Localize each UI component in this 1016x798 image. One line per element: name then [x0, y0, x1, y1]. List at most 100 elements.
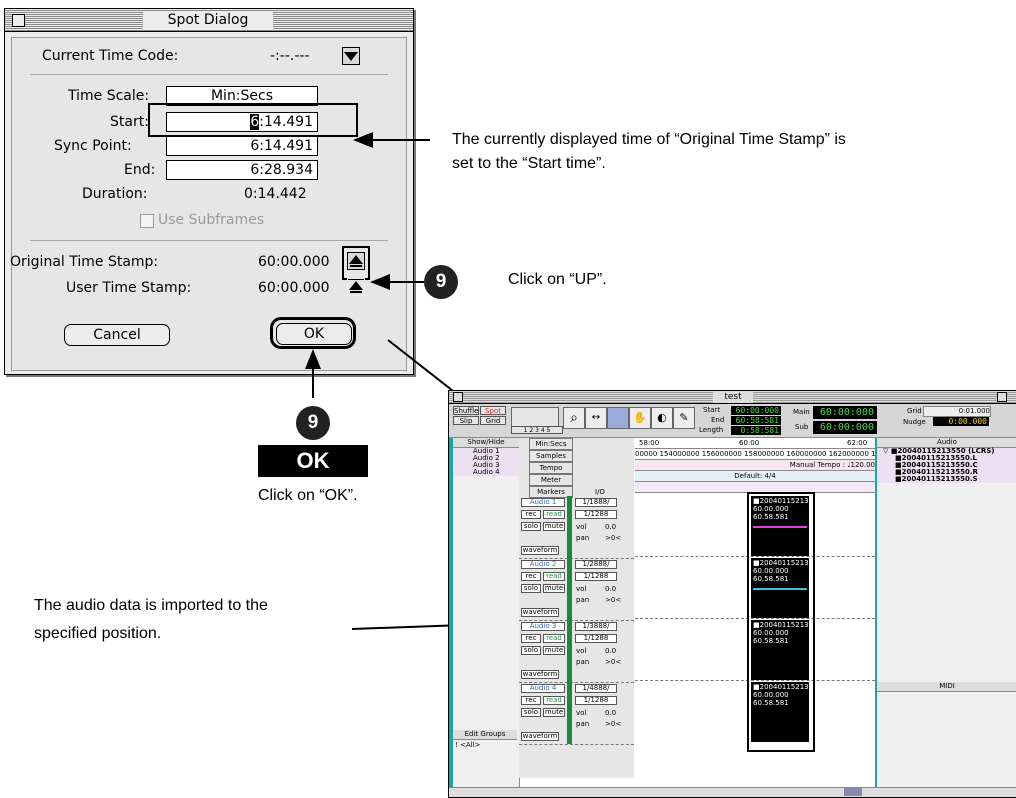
solo-button[interactable]: solo	[521, 522, 541, 531]
nudge-value[interactable]: 0:00.000	[933, 417, 989, 426]
edit-groups-header[interactable]: Edit Groups	[453, 730, 517, 740]
track-meter	[567, 558, 572, 620]
start-counter-label: Start	[703, 406, 721, 414]
edit-area[interactable]: 58:00 60:00 62:00 00000 154000000 156000…	[635, 438, 875, 790]
ruler-tick: 60:00	[739, 439, 760, 447]
step-9-up-badge: 9	[424, 265, 458, 299]
volume-value[interactable]: 0.0	[605, 709, 616, 717]
grid-mode-button[interactable]: Grid	[480, 416, 506, 425]
mute-button[interactable]: mute	[543, 522, 565, 531]
output-selector[interactable]: 1/1288	[575, 634, 617, 643]
input-selector[interactable]: 1/3888/	[575, 622, 617, 631]
main-counter[interactable]: 60:00:000	[813, 406, 877, 419]
rec-button[interactable]: rec	[521, 696, 541, 705]
automation-read-button[interactable]: read	[543, 510, 565, 519]
edit-group-item[interactable]: ! <All>	[455, 741, 480, 749]
grid-value[interactable]: 0:01.000	[923, 406, 991, 417]
close-box-icon[interactable]	[453, 392, 463, 402]
track-list-item[interactable]: Audio 4	[453, 469, 519, 476]
end-counter[interactable]: 60:58:581	[731, 416, 781, 425]
length-counter-label: Length	[699, 426, 724, 434]
track-control-audio-3: Audio 3 rec read solo mute waveform 1/38…	[519, 620, 634, 683]
volume-value[interactable]: 0.0	[605, 523, 616, 531]
output-selector[interactable]: 1/1288	[575, 696, 617, 705]
automation-read-button[interactable]: read	[543, 696, 565, 705]
trim-tool-icon[interactable]: ↔	[585, 407, 607, 429]
input-selector[interactable]: 1/4888/	[575, 684, 617, 693]
track-view-selector[interactable]: waveform	[521, 546, 559, 555]
rec-button[interactable]: rec	[521, 634, 541, 643]
track-view-selector[interactable]: waveform	[521, 608, 559, 617]
mute-button[interactable]: mute	[543, 646, 565, 655]
solo-button[interactable]: solo	[521, 708, 541, 717]
zoom-box-icon[interactable]	[997, 392, 1007, 402]
input-selector[interactable]: 1/1888/	[575, 498, 617, 507]
tracks-pane: Show/Hide Audio 1 Audio 2 Audio 3 Audio …	[449, 438, 520, 797]
tempo-ruler: Manual Tempo : ♩120.00	[635, 460, 875, 471]
sub-counter[interactable]: 60:00:000	[813, 421, 877, 434]
selector-tool-icon[interactable]	[607, 407, 629, 429]
input-selector[interactable]: 1/2888/	[575, 560, 617, 569]
rec-button[interactable]: rec	[521, 510, 541, 519]
meter-ruler: Default: 4/4	[635, 471, 875, 482]
zoom-presets[interactable]: 1 2 3 4 5	[511, 426, 563, 434]
ruler-tick: 62:00	[847, 439, 868, 447]
pan-value[interactable]: >0<	[605, 534, 621, 542]
solo-button[interactable]: solo	[521, 646, 541, 655]
track-control-audio-4: Audio 4 rec read solo mute waveform 1/48…	[519, 682, 634, 745]
mute-button[interactable]: mute	[543, 708, 565, 717]
ruler-label-minsecs[interactable]: Min:Secs	[529, 438, 573, 450]
edit-window-title-bar[interactable]: test	[449, 391, 1016, 404]
volume-value[interactable]: 0.0	[605, 647, 616, 655]
slip-mode-button[interactable]: Slip	[453, 416, 479, 425]
pan-value[interactable]: >0<	[605, 658, 621, 666]
shuffle-mode-button[interactable]: Shuffle	[453, 406, 479, 415]
track-view-selector[interactable]: waveform	[521, 670, 559, 679]
audio-note-line1: The audio data is imported to the	[34, 597, 268, 614]
scrubber-tool-icon[interactable]: ◐	[651, 407, 673, 429]
track-name-button[interactable]: Audio 3	[521, 622, 565, 631]
horizontal-scrollbar[interactable]	[449, 787, 1016, 797]
ruler-label-tempo[interactable]: Tempo	[529, 462, 573, 474]
automation-read-button[interactable]: read	[543, 572, 565, 581]
track-name-button[interactable]: Audio 1	[521, 498, 565, 507]
zoomer-tool-icon[interactable]: ⌕	[563, 407, 585, 429]
edit-window-title: test	[713, 391, 753, 403]
ruler-label-samples[interactable]: Samples	[529, 450, 573, 462]
track-meter	[567, 620, 572, 682]
end-counter-label: End	[711, 416, 725, 424]
midi-regions-header[interactable]: MIDI	[877, 682, 1016, 692]
step-9-ok-badge: 9	[296, 406, 330, 440]
regions-pane: Audio ▽ ■20040115213550 (LCRS) ■20040115…	[877, 438, 1016, 797]
track-view-selector[interactable]: waveform	[521, 732, 559, 741]
spot-mode-button[interactable]: Spot	[480, 406, 506, 415]
start-counter[interactable]: 60:00:000	[731, 406, 781, 415]
region-callout-box	[747, 492, 815, 752]
ok-note: Click on “OK”.	[258, 487, 358, 504]
track-name-button[interactable]: Audio 4	[521, 684, 565, 693]
grid-label: Grid	[907, 407, 922, 415]
pan-value[interactable]: >0<	[605, 720, 621, 728]
output-selector[interactable]: 1/1288	[575, 572, 617, 581]
pencil-tool-icon[interactable]: ✎	[673, 407, 695, 429]
solo-button[interactable]: solo	[521, 584, 541, 593]
track-meter	[567, 496, 572, 558]
mute-button[interactable]: mute	[543, 584, 565, 593]
start-note-line2: set to the “Start time”.	[452, 155, 606, 172]
zoom-buttons[interactable]	[511, 407, 559, 427]
length-counter[interactable]: 0:58:581	[731, 426, 781, 435]
volume-value[interactable]: 0.0	[605, 585, 616, 593]
pan-label: pan	[576, 596, 590, 604]
grabber-tool-icon[interactable]: ✋	[629, 407, 651, 429]
scrollbar-thumb[interactable]	[844, 788, 862, 796]
output-selector[interactable]: 1/1288	[575, 510, 617, 519]
pan-value[interactable]: >0<	[605, 596, 621, 604]
rec-button[interactable]: rec	[521, 572, 541, 581]
automation-read-button[interactable]: read	[543, 634, 565, 643]
audio-region-list-item[interactable]: ■20040115213550.S	[877, 476, 1016, 483]
track-name-button[interactable]: Audio 2	[521, 560, 565, 569]
teal-window-border	[449, 438, 453, 788]
up-note: Click on “UP”.	[508, 271, 607, 288]
ruler-label-meter[interactable]: Meter	[529, 474, 573, 486]
pan-label: pan	[576, 658, 590, 666]
